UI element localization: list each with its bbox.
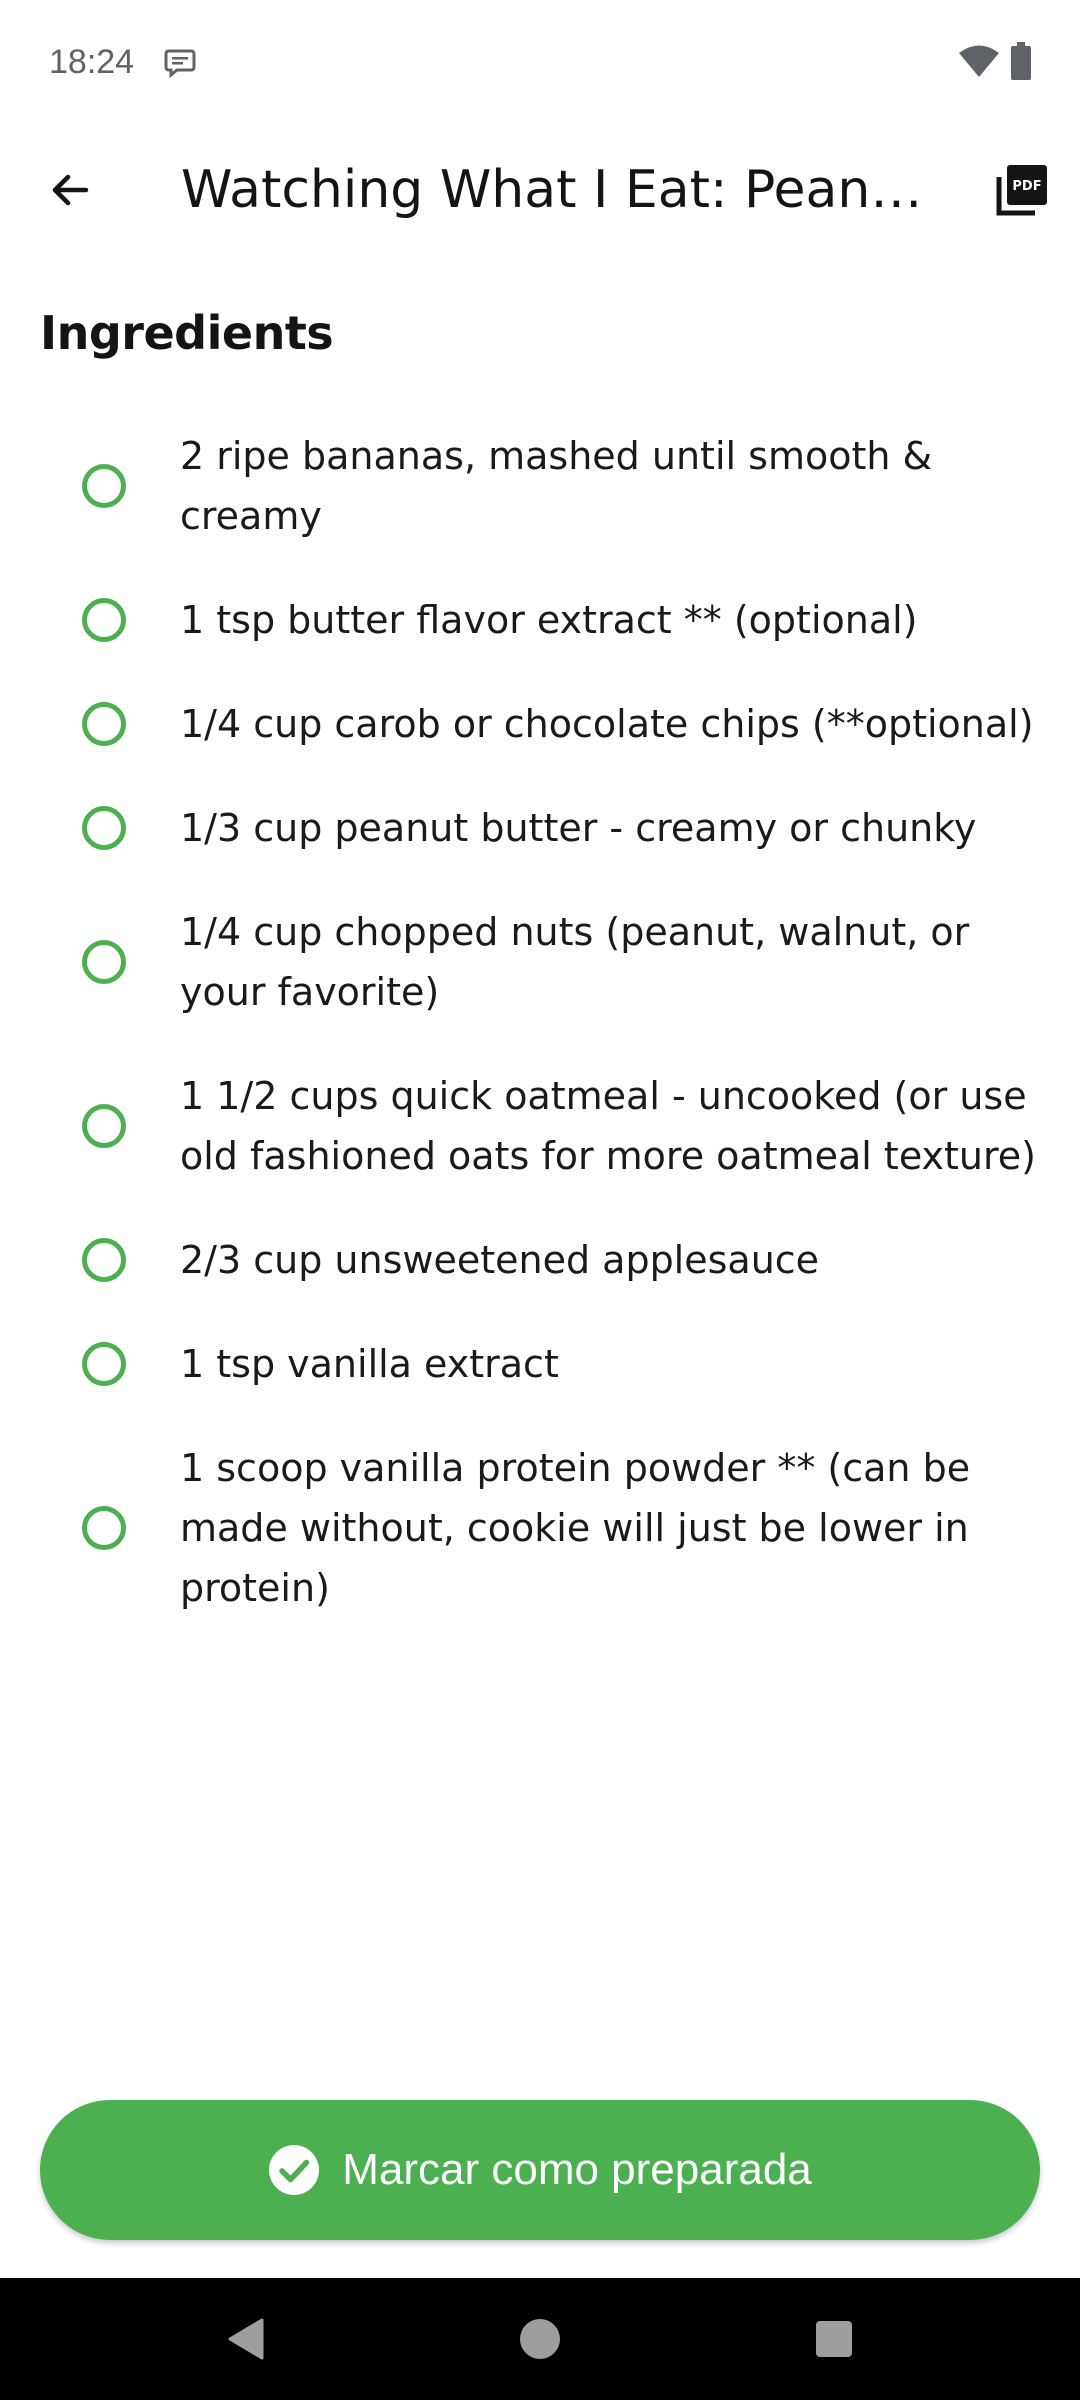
unchecked-circle-icon[interactable]: [82, 1342, 126, 1386]
nav-back-icon: [228, 2318, 264, 2360]
nav-recents-icon: [816, 2321, 852, 2357]
nav-recents-button[interactable]: [754, 2278, 914, 2400]
unchecked-circle-icon[interactable]: [82, 598, 126, 642]
ingredient-text: 1/4 cup chopped nuts (peanut, walnut, or…: [180, 910, 970, 1014]
ingredient-item[interactable]: 1/3 cup peanut butter - creamy or chunky: [0, 776, 1080, 880]
page-title: Watching What I Eat: Peanut Butter Banan…: [181, 160, 931, 220]
pdf-icon: PDF: [996, 165, 1047, 216]
nav-home-icon: [520, 2319, 560, 2359]
ingredient-text: 1 tsp butter flavor extract ** (optional…: [180, 598, 918, 642]
battery-icon: [1011, 42, 1031, 80]
ingredient-item[interactable]: 2/3 cup unsweetened applesauce: [0, 1208, 1080, 1312]
ingredient-text: 1 scoop vanilla protein powder ** (can b…: [180, 1446, 971, 1610]
back-button[interactable]: [30, 150, 110, 230]
app-bar: Watching What I Eat: Peanut Butter Banan…: [0, 124, 1080, 252]
ingredient-item[interactable]: 1 tsp butter flavor extract ** (optional…: [0, 568, 1080, 672]
unchecked-circle-icon[interactable]: [82, 1104, 126, 1148]
unchecked-circle-icon[interactable]: [82, 940, 126, 984]
ingredient-item[interactable]: 1 scoop vanilla protein powder ** (can b…: [0, 1416, 1080, 1640]
status-time: 18:24: [49, 43, 135, 81]
system-nav-bar: [0, 2278, 1080, 2400]
nav-back-button[interactable]: [166, 2278, 326, 2400]
status-bar: 18:24: [0, 0, 1080, 124]
ingredient-item[interactable]: 2 ripe bananas, mashed until smooth & cr…: [0, 404, 1080, 568]
unchecked-circle-icon[interactable]: [82, 806, 126, 850]
ingredient-text: 1/3 cup peanut butter - creamy or chunky: [180, 806, 977, 850]
ingredient-text: 1 tsp vanilla extract: [180, 1342, 559, 1386]
pdf-button[interactable]: PDF: [982, 150, 1062, 230]
ingredient-item[interactable]: 1 1/2 cups quick oatmeal - uncooked (or …: [0, 1044, 1080, 1208]
ingredient-text: 2/3 cup unsweetened applesauce: [180, 1238, 820, 1282]
mark-as-cooked-label: Marcar como preparada: [342, 2145, 812, 2194]
message-icon: [164, 49, 196, 78]
ingredient-item[interactable]: 1 tsp vanilla extract: [0, 1312, 1080, 1416]
unchecked-circle-icon[interactable]: [82, 1238, 126, 1282]
wifi-icon: [959, 45, 999, 77]
nav-home-button[interactable]: [460, 2278, 620, 2400]
ingredient-list: 2 ripe bananas, mashed until smooth & cr…: [0, 404, 1080, 1640]
ingredient-text: 1/4 cup carob or chocolate chips (**opti…: [180, 702, 1034, 746]
ingredient-text: 2 ripe bananas, mashed until smooth & cr…: [180, 434, 933, 538]
mark-as-cooked-button[interactable]: Marcar como preparada: [40, 2100, 1040, 2240]
ingredient-item[interactable]: 1/4 cup carob or chocolate chips (**opti…: [0, 672, 1080, 776]
unchecked-circle-icon[interactable]: [82, 702, 126, 746]
ingredients-heading: Ingredients: [40, 306, 334, 360]
unchecked-circle-icon[interactable]: [82, 1506, 126, 1550]
arrow-back-icon: [52, 174, 89, 206]
check-circle-icon: [269, 2145, 320, 2195]
svg-text:PDF: PDF: [1012, 179, 1041, 194]
ingredient-text: 1 1/2 cups quick oatmeal - uncooked (or …: [180, 1074, 1037, 1178]
ingredient-item[interactable]: 1/4 cup chopped nuts (peanut, walnut, or…: [0, 880, 1080, 1044]
unchecked-circle-icon[interactable]: [82, 464, 126, 508]
